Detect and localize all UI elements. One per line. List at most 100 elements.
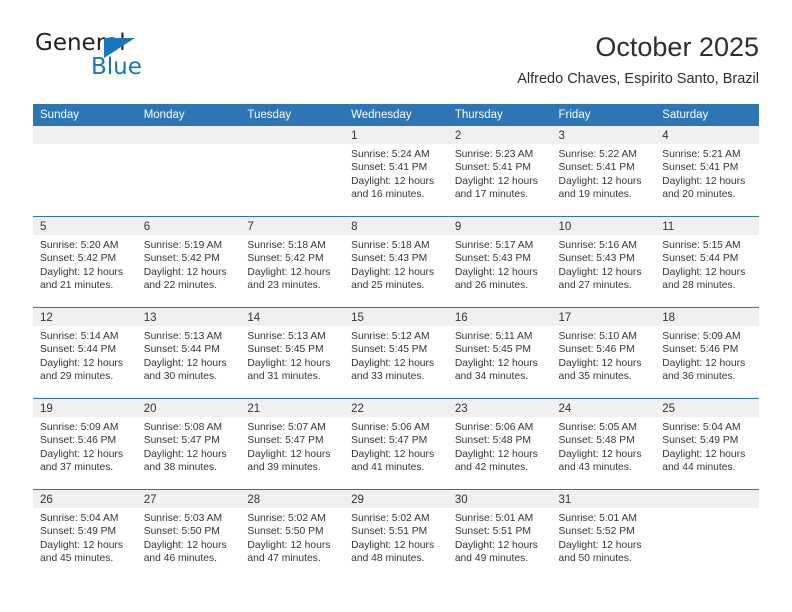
sunrise-text: Sunrise: 5:18 AM [351, 240, 430, 251]
calendar-day-cell[interactable]: 21 Sunrise: 5:07 AM Sunset: 5:47 PM Dayligh… [240, 398, 345, 490]
calendar-day-cell[interactable]: 17 Sunrise: 5:10 AM Sunset: 5:46 PM Dayligh… [551, 307, 656, 399]
day-detail: Sunrise: 5:24 AM Sunset: 5:41 PM Daylight:… [344, 144, 448, 202]
day-detail: Sunrise: 5:04 AM Sunset: 5:49 PM Daylight:… [33, 508, 137, 566]
sunset-text: Sunset: 5:44 PM [662, 253, 739, 265]
general-blue-logo: General Blue [33, 30, 233, 88]
calendar-day-cell[interactable]: 30 Sunrise: 5:01 AM Sunset: 5:51 PM Dayligh… [447, 489, 552, 580]
daylight-text: Daylight: 12 hours and 30 minutes. [143, 357, 227, 383]
day-detail: Sunrise: 5:13 AM Sunset: 5:44 PM Daylight:… [137, 326, 241, 384]
sunset-text: Sunset: 5:47 PM [247, 435, 324, 447]
day-number: 6 [136, 217, 241, 235]
day-detail: Sunrise: 5:10 AM Sunset: 5:46 PM Daylight:… [552, 326, 656, 384]
calendar-day-cell[interactable]: 3 Sunrise: 5:22 AM Sunset: 5:41 PM Daylight… [551, 126, 656, 217]
weekday-header-monday: Monday [136, 104, 241, 126]
day-number: 13 [136, 308, 241, 326]
calendar-week-row: 5 Sunrise: 5:20 AM Sunset: 5:42 PM Daylight… [33, 216, 759, 308]
day-detail: Sunrise: 5:23 AM Sunset: 5:41 PM Daylight:… [448, 144, 552, 202]
day-number: 28 [240, 490, 345, 508]
day-number: 24 [551, 399, 656, 417]
daylight-text: Daylight: 12 hours and 19 minutes. [558, 175, 642, 201]
calendar-day-cell[interactable]: 2 Sunrise: 5:23 AM Sunset: 5:41 PM Daylight… [447, 126, 552, 217]
calendar-day-cell[interactable]: 9 Sunrise: 5:17 AM Sunset: 5:43 PM Daylight… [447, 216, 552, 308]
sunset-text: Sunset: 5:47 PM [143, 435, 220, 447]
calendar-day-cell[interactable]: 16 Sunrise: 5:11 AM Sunset: 5:45 PM Dayligh… [447, 307, 552, 399]
day-number: 16 [447, 308, 552, 326]
day-number: 26 [33, 490, 137, 508]
day-number: 5 [33, 217, 137, 235]
calendar-day-cell[interactable]: 14 Sunrise: 5:13 AM Sunset: 5:45 PM Dayligh… [240, 307, 345, 399]
sunrise-text: Sunrise: 5:23 AM [454, 149, 534, 160]
calendar-day-cell[interactable]: 15 Sunrise: 5:12 AM Sunset: 5:45 PM Dayligh… [344, 307, 448, 399]
daylight-text: Daylight: 12 hours and 26 minutes. [454, 266, 538, 292]
calendar-day-cell[interactable]: 18 Sunrise: 5:09 AM Sunset: 5:46 PM Dayligh… [655, 307, 759, 399]
calendar-day-cell[interactable]: 31 Sunrise: 5:01 AM Sunset: 5:52 PM Dayligh… [551, 489, 656, 580]
day-number: 1 [344, 126, 448, 144]
calendar-day-cell[interactable]: 13 Sunrise: 5:13 AM Sunset: 5:44 PM Dayligh… [136, 307, 241, 399]
sunrise-text: Sunrise: 5:16 AM [558, 240, 637, 251]
sunrise-text: Sunrise: 5:21 AM [662, 149, 741, 160]
sunrise-text: Sunrise: 5:06 AM [351, 422, 430, 433]
day-detail: Sunrise: 5:07 AM Sunset: 5:47 PM Daylight:… [240, 417, 344, 475]
sunrise-text: Sunrise: 5:11 AM [454, 331, 533, 342]
day-detail: Sunrise: 5:15 AM Sunset: 5:44 PM Daylight:… [655, 235, 759, 293]
sunset-text: Sunset: 5:42 PM [40, 253, 117, 265]
calendar-day-cell[interactable]: 26 Sunrise: 5:04 AM Sunset: 5:49 PM Dayligh… [33, 489, 137, 580]
daylight-text: Daylight: 12 hours and 47 minutes. [247, 539, 331, 565]
day-number: 8 [344, 217, 448, 235]
calendar-day-cell[interactable]: 12 Sunrise: 5:14 AM Sunset: 5:44 PM Dayligh… [33, 307, 137, 399]
day-detail: Sunrise: 5:21 AM Sunset: 5:41 PM Daylight:… [655, 144, 759, 202]
daylight-text: Daylight: 12 hours and 28 minutes. [662, 266, 746, 292]
calendar-day-cell[interactable]: 22 Sunrise: 5:06 AM Sunset: 5:47 PM Dayligh… [344, 398, 448, 490]
day-detail: Sunrise: 5:02 AM Sunset: 5:51 PM Daylight:… [344, 508, 448, 566]
day-number: 23 [447, 399, 552, 417]
day-number: 7 [240, 217, 345, 235]
day-detail: Sunrise: 5:18 AM Sunset: 5:43 PM Daylight:… [344, 235, 448, 293]
daylight-text: Daylight: 12 hours and 33 minutes. [351, 357, 435, 383]
day-number: 30 [447, 490, 552, 508]
calendar-day-cell[interactable]: 23 Sunrise: 5:06 AM Sunset: 5:48 PM Dayligh… [447, 398, 552, 490]
weekday-header-wednesday: Wednesday [344, 104, 448, 126]
calendar-day-cell[interactable]: 5 Sunrise: 5:20 AM Sunset: 5:42 PM Daylight… [33, 216, 137, 308]
calendar-day-cell[interactable]: 19 Sunrise: 5:09 AM Sunset: 5:46 PM Dayligh… [33, 398, 137, 490]
day-number: 21 [240, 399, 345, 417]
sunset-text: Sunset: 5:45 PM [247, 344, 324, 356]
calendar-day-cell[interactable]: 20 Sunrise: 5:08 AM Sunset: 5:47 PM Dayligh… [136, 398, 241, 490]
sunrise-text: Sunrise: 5:18 AM [247, 240, 326, 251]
sunset-text: Sunset: 5:52 PM [558, 526, 635, 538]
day-detail: Sunrise: 5:19 AM Sunset: 5:42 PM Daylight:… [137, 235, 241, 293]
calendar-day-cell[interactable]: 28 Sunrise: 5:02 AM Sunset: 5:50 PM Dayligh… [240, 489, 345, 580]
calendar-day-cell[interactable]: 10 Sunrise: 5:16 AM Sunset: 5:43 PM Dayligh… [551, 216, 656, 308]
sunset-text: Sunset: 5:49 PM [40, 526, 117, 538]
calendar-week-row: 19 Sunrise: 5:09 AM Sunset: 5:46 PM Dayligh… [33, 398, 759, 490]
calendar-day-cell[interactable]: 6 Sunrise: 5:19 AM Sunset: 5:42 PM Daylight… [136, 216, 241, 308]
day-detail: Sunrise: 5:18 AM Sunset: 5:42 PM Daylight:… [240, 235, 344, 293]
sunset-text: Sunset: 5:51 PM [351, 526, 428, 538]
sunrise-text: Sunrise: 5:02 AM [351, 513, 430, 524]
sunset-text: Sunset: 5:45 PM [351, 344, 428, 356]
day-detail: Sunrise: 5:03 AM Sunset: 5:50 PM Daylight:… [137, 508, 241, 566]
sunset-text: Sunset: 5:43 PM [558, 253, 635, 265]
weekday-header-friday: Friday [551, 104, 656, 126]
calendar-day-cell[interactable]: 4 Sunrise: 5:21 AM Sunset: 5:41 PM Daylight… [655, 126, 759, 217]
daylight-text: Daylight: 12 hours and 38 minutes. [143, 448, 227, 474]
daylight-text: Daylight: 12 hours and 50 minutes. [558, 539, 642, 565]
sunset-text: Sunset: 5:42 PM [143, 253, 220, 265]
calendar-day-cell[interactable]: 11 Sunrise: 5:15 AM Sunset: 5:44 PM Dayligh… [655, 216, 759, 308]
calendar-day-cell[interactable]: 1 Sunrise: 5:24 AM Sunset: 5:41 PM Daylight… [344, 126, 448, 217]
sunrise-text: Sunrise: 5:04 AM [662, 422, 741, 433]
calendar-day-cell[interactable]: 8 Sunrise: 5:18 AM Sunset: 5:43 PM Daylight… [344, 216, 448, 308]
logo-text-blue: Blue [91, 54, 142, 80]
day-detail: Sunrise: 5:08 AM Sunset: 5:47 PM Daylight:… [137, 417, 241, 475]
weekday-header-sunday: Sunday [33, 104, 137, 126]
calendar-day-cell[interactable]: 29 Sunrise: 5:02 AM Sunset: 5:51 PM Dayligh… [344, 489, 448, 580]
calendar-day-cell[interactable]: 7 Sunrise: 5:18 AM Sunset: 5:42 PM Daylight… [240, 216, 345, 308]
sunset-text: Sunset: 5:49 PM [662, 435, 739, 447]
day-detail: Sunrise: 5:22 AM Sunset: 5:41 PM Daylight:… [552, 144, 656, 202]
calendar-day-cell[interactable]: 27 Sunrise: 5:03 AM Sunset: 5:50 PM Dayligh… [136, 489, 241, 580]
calendar-day-cell[interactable]: 24 Sunrise: 5:05 AM Sunset: 5:48 PM Dayligh… [551, 398, 656, 490]
day-detail: Sunrise: 5:17 AM Sunset: 5:43 PM Daylight:… [448, 235, 552, 293]
title-block: October 2025 Alfredo Chaves, Espirito Sa… [517, 30, 759, 88]
calendar-week-row: 12 Sunrise: 5:14 AM Sunset: 5:44 PM Dayligh… [33, 307, 759, 399]
day-detail: Sunrise: 5:12 AM Sunset: 5:45 PM Daylight:… [344, 326, 448, 384]
calendar-day-cell[interactable]: 25 Sunrise: 5:04 AM Sunset: 5:49 PM Dayligh… [655, 398, 759, 490]
